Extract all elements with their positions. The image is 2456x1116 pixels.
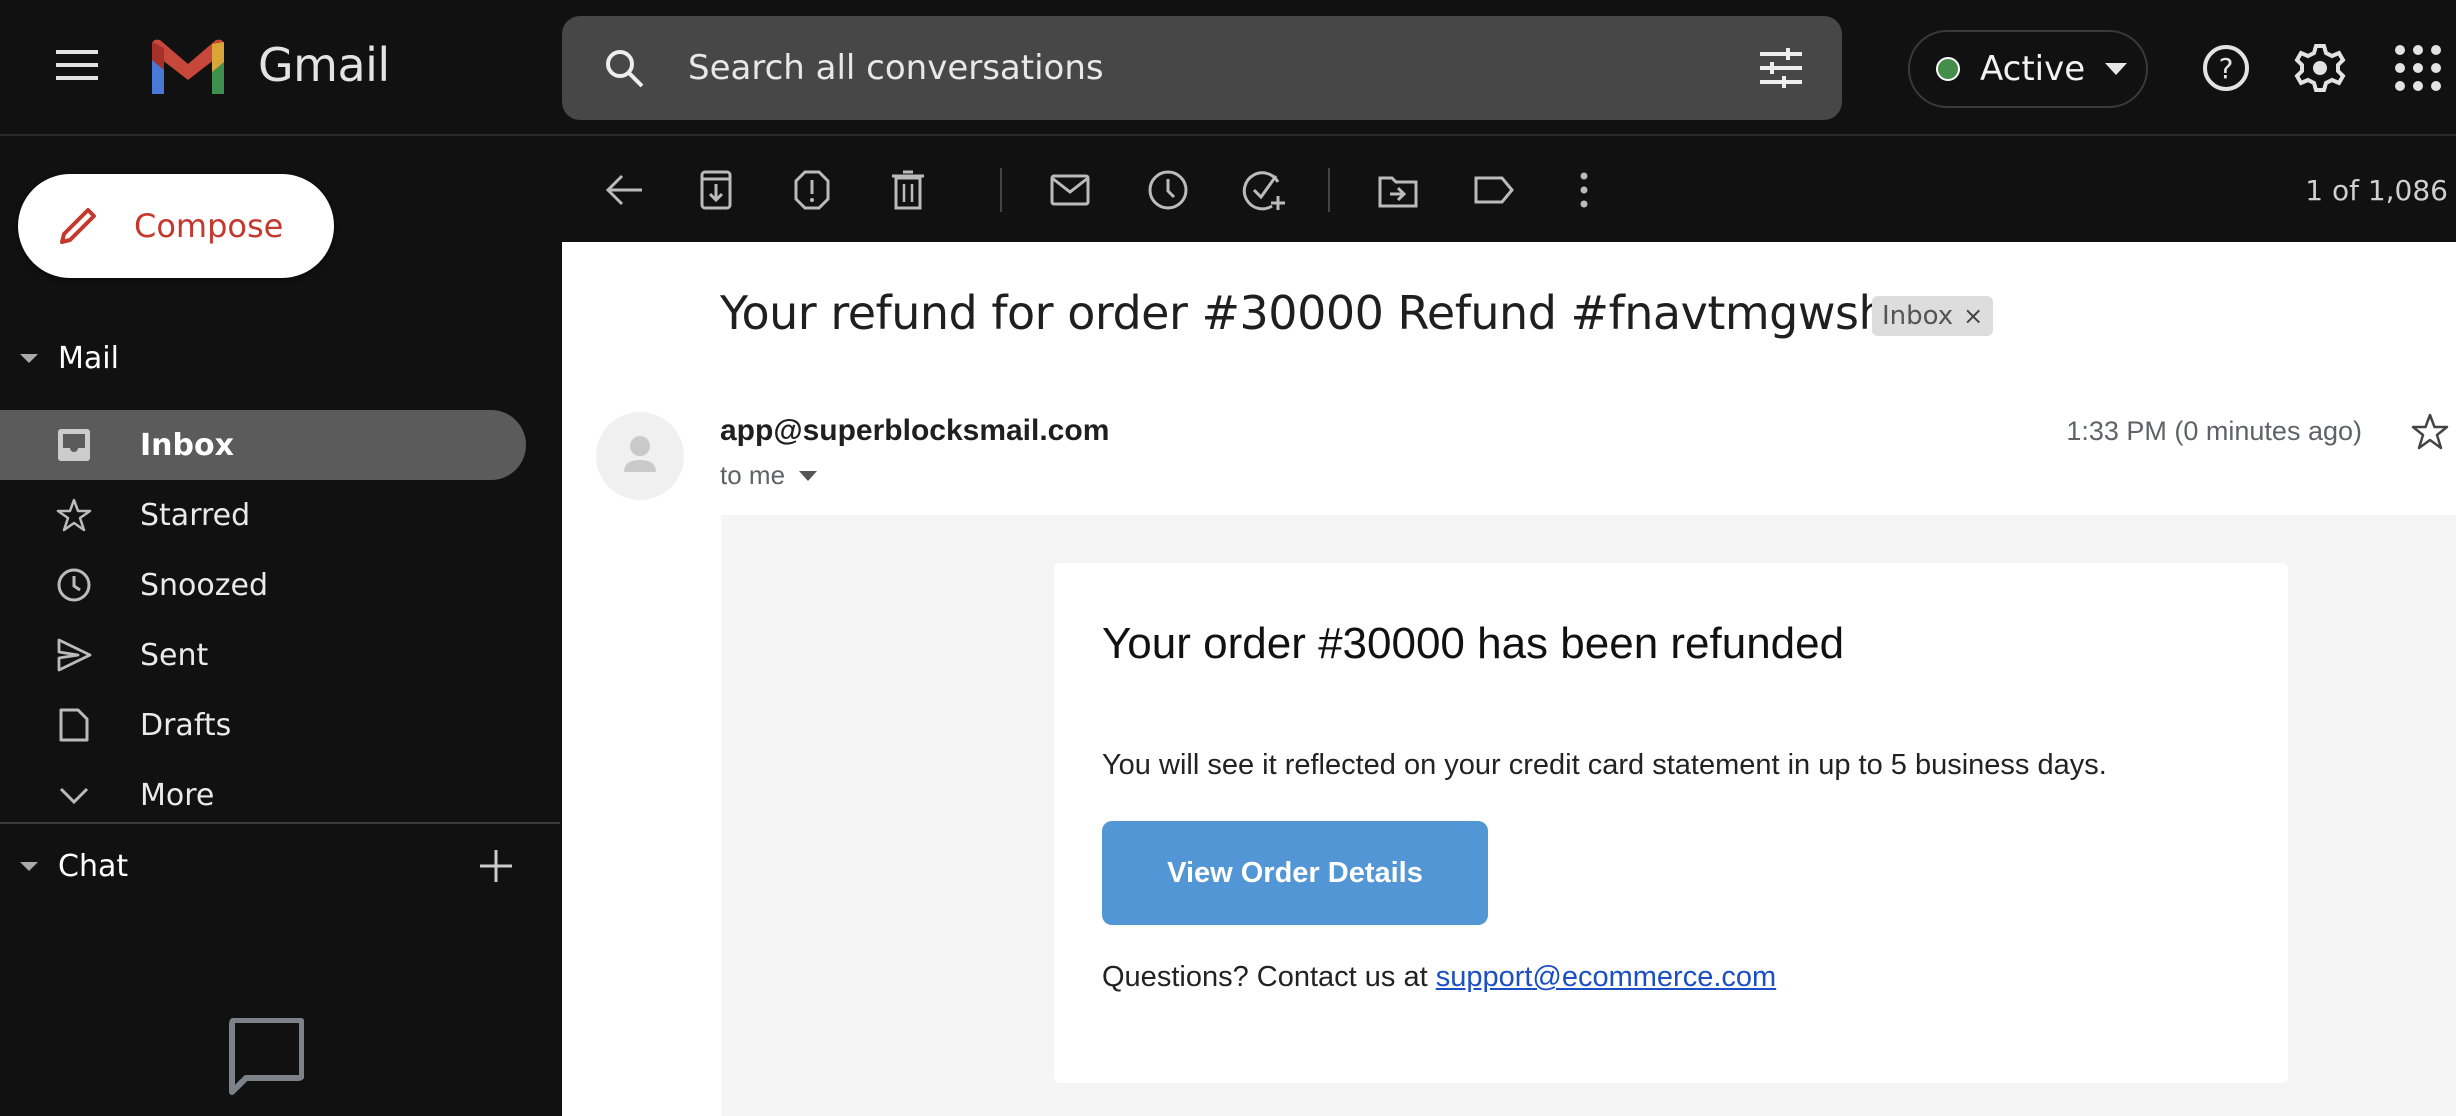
more-vertical-icon[interactable] <box>1562 168 1606 212</box>
message-toolbar: 1 of 1,086 <box>562 138 2456 242</box>
close-icon[interactable]: × <box>1963 302 1983 330</box>
clock-icon <box>57 568 91 602</box>
caret-down-icon <box>799 470 818 481</box>
search-input[interactable] <box>688 40 1688 96</box>
draft-icon <box>59 708 89 742</box>
sidebar-item-label: Inbox <box>140 427 234 463</box>
recipient-details-toggle[interactable]: to me <box>720 460 818 491</box>
status-dropdown[interactable]: Active <box>1908 30 2148 108</box>
message-subject: Your refund for order #30000 Refund #fna… <box>720 286 1888 340</box>
inbox-icon <box>58 429 90 461</box>
mail-section-label: Mail <box>58 340 119 376</box>
back-arrow-icon[interactable] <box>602 168 646 212</box>
inbox-label-chip[interactable]: Inbox × <box>1872 296 1994 336</box>
gmail-app: Gmail Active ? Compose Mail Inbox <box>0 0 2456 1116</box>
menu-icon[interactable] <box>56 50 98 86</box>
star-icon <box>56 498 92 532</box>
sidebar-item-label: Drafts <box>140 707 232 743</box>
chat-section-label: Chat <box>58 848 129 884</box>
message-view: Your refund for order #30000 Refund #fna… <box>562 242 2456 1116</box>
top-bar: Gmail Active ? <box>0 0 2456 136</box>
sidebar-item-sent[interactable]: Sent <box>0 620 526 690</box>
sidebar-item-inbox[interactable]: Inbox <box>0 410 526 480</box>
search-icon[interactable] <box>602 46 646 90</box>
star-icon[interactable] <box>2410 412 2450 452</box>
search-bar <box>562 16 1842 120</box>
chat-bubble-icon <box>229 1018 304 1095</box>
send-icon <box>57 638 92 672</box>
compose-button[interactable]: Compose <box>18 174 334 278</box>
sidebar-item-snoozed[interactable]: Snoozed <box>0 550 526 620</box>
add-to-tasks-icon[interactable] <box>1242 168 1286 212</box>
label-chip-text: Inbox <box>1882 301 1954 331</box>
contact-prefix: Questions? Contact us at <box>1102 961 1436 993</box>
help-icon[interactable]: ? <box>2200 42 2252 94</box>
move-to-folder-icon[interactable] <box>1376 168 1420 212</box>
message-timestamp: 1:33 PM (0 minutes ago) <box>2066 416 2362 446</box>
label-icon[interactable] <box>1472 168 1516 212</box>
caret-down-icon <box>2105 63 2128 75</box>
pagination-count: 1 of 1,086 <box>2305 174 2448 207</box>
sidebar-item-more[interactable]: More <box>0 760 526 830</box>
archive-icon[interactable] <box>694 168 738 212</box>
compose-label: Compose <box>134 207 284 245</box>
caret-down-icon <box>20 353 38 363</box>
recipient-label: to me <box>720 460 786 490</box>
gmail-logo[interactable] <box>148 38 228 98</box>
person-icon <box>624 436 656 472</box>
toolbar-divider <box>1000 168 1002 212</box>
sidebar-divider <box>0 822 560 824</box>
plus-icon[interactable] <box>476 846 516 886</box>
toolbar-divider <box>1328 168 1330 212</box>
apps-icon[interactable] <box>2392 42 2444 94</box>
sidebar-item-label: Snoozed <box>140 567 269 603</box>
sidebar-item-label: More <box>140 777 215 813</box>
filter-options-icon[interactable] <box>1758 46 1804 90</box>
sidebar: Compose Mail Inbox Starred Snoozed Sent … <box>0 138 560 1116</box>
sidebar-item-label: Starred <box>140 497 251 533</box>
sidebar-item-label: Sent <box>140 637 209 673</box>
status-label: Active <box>1980 49 2086 89</box>
email-paragraph: You will see it reflected on your credit… <box>1102 749 2107 781</box>
report-spam-icon[interactable] <box>790 168 834 212</box>
pencil-icon <box>60 208 96 244</box>
mark-unread-icon[interactable] <box>1048 168 1092 212</box>
gmail-brand: Gmail <box>258 38 390 92</box>
snooze-clock-icon[interactable] <box>1146 168 1190 212</box>
chat-section-toggle[interactable]: Chat <box>0 836 440 896</box>
email-heading: Your order #30000 has been refunded <box>1102 619 1845 668</box>
sender-email[interactable]: app@superblocksmail.com <box>720 414 1109 448</box>
support-email-link[interactable]: support@ecommerce.com <box>1436 961 1777 993</box>
email-contact-line: Questions? Contact us at support@ecommer… <box>1102 961 1776 994</box>
avatar[interactable] <box>596 412 684 500</box>
settings-icon[interactable] <box>2294 42 2346 94</box>
sidebar-item-drafts[interactable]: Drafts <box>0 690 526 760</box>
chevron-down-icon <box>59 787 89 805</box>
view-order-details-button[interactable]: View Order Details <box>1102 821 1488 925</box>
mail-section-toggle[interactable]: Mail <box>0 328 560 388</box>
sidebar-item-starred[interactable]: Starred <box>0 480 526 550</box>
status-dot <box>1936 57 1960 81</box>
caret-down-icon <box>20 861 38 871</box>
delete-icon[interactable] <box>886 168 930 212</box>
email-card: Your order #30000 has been refunded You … <box>1054 563 2288 1083</box>
svg-text:?: ? <box>2219 52 2234 85</box>
email-body: Your order #30000 has been refunded You … <box>721 515 2456 1116</box>
